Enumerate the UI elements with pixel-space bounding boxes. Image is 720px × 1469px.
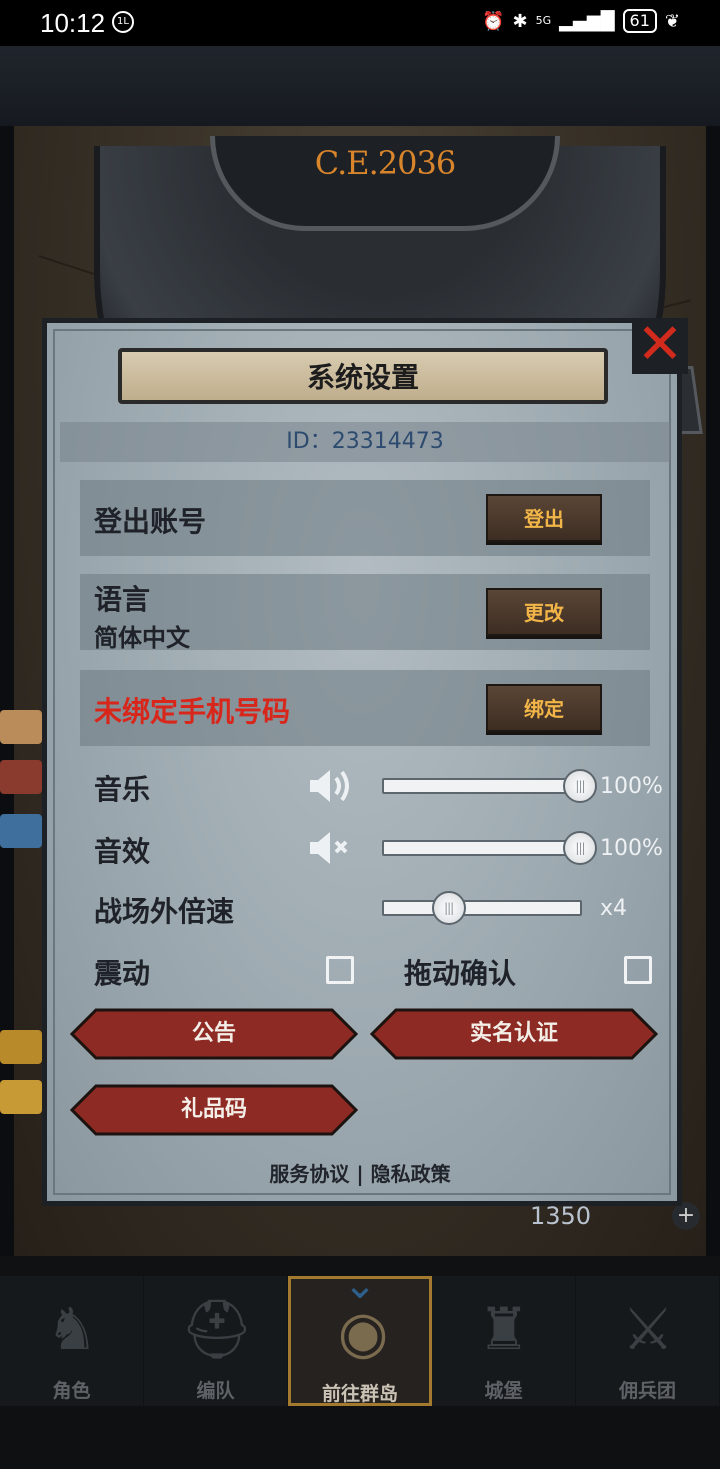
language-label: 语言 — [94, 583, 151, 616]
system-nav-bar — [0, 1406, 720, 1469]
music-slider-knob[interactable]: ||| — [563, 769, 597, 803]
notice-button[interactable]: 公告 — [70, 1008, 358, 1060]
user-id: ID：23314473 — [286, 429, 444, 454]
footer-links: 服务协议 | 隐私政策 — [0, 1158, 720, 1187]
sword-icon: ⚔ — [622, 1295, 674, 1363]
nav-label: 前往群岛 — [321, 1383, 398, 1405]
helmet-icon: ⛑ — [180, 1295, 254, 1363]
speaker-on-icon[interactable] — [308, 766, 356, 806]
mail-icon[interactable] — [0, 760, 42, 794]
phone-row: 未绑定手机号码 绑定 — [80, 670, 650, 746]
gift-code-button[interactable]: 礼品码 — [70, 1084, 358, 1136]
bluetooth-icon: ✱ — [512, 10, 528, 32]
real-name-button-label: 实名认证 — [469, 1021, 558, 1046]
nav-item-character[interactable]: ♞ 角色 — [0, 1276, 144, 1406]
dialog-title-plate: 系统设置 — [118, 348, 608, 404]
gift-code-button-label: 礼品码 — [180, 1097, 247, 1122]
battery-indicator: 61 — [622, 9, 657, 33]
drag-confirm-label: 拖动确认 — [404, 957, 517, 990]
speed-value: x4 — [600, 896, 628, 921]
music-value: 100% — [600, 774, 663, 799]
user-id-bar: ID：23314473 — [60, 422, 670, 462]
nav-item-islands[interactable]: ⌄ ◉ 前往群岛 — [288, 1265, 432, 1406]
speed-label: 战场外倍速 — [94, 895, 235, 928]
status-bar: 10:12 1L ⏰ ✱ 5G ▂▄▆█ 61 ❦ — [0, 0, 720, 46]
currency-value: 1350 — [530, 1202, 592, 1230]
music-label: 音乐 — [94, 773, 151, 806]
network-badge-icon: 1L — [112, 11, 134, 33]
nav-item-mercenary[interactable]: ⚔ 佣兵团 — [576, 1276, 720, 1406]
language-row: 语言 简体中文 更改 — [80, 574, 650, 652]
drag-confirm-checkbox[interactable] — [624, 956, 652, 984]
speaker-muted-icon[interactable] — [308, 828, 356, 868]
scroll-icon[interactable] — [0, 710, 42, 744]
sfx-slider-knob[interactable]: ||| — [563, 831, 597, 865]
sfx-label: 音效 — [94, 835, 151, 868]
logout-button[interactable]: 登出 — [486, 494, 602, 542]
dialog-title: 系统设置 — [306, 361, 419, 394]
signal-icon: ▂▄▆█ — [559, 10, 615, 32]
bottom-nav: ♞ 角色 ⛑ 编队 ⌄ ◉ 前往群岛 ♜ 城堡 ⚔ 佣兵团 — [0, 1265, 720, 1406]
nav-label: 佣兵团 — [618, 1380, 676, 1402]
quest-icon[interactable] — [0, 1030, 42, 1064]
vibration-checkbox[interactable] — [326, 956, 354, 984]
bind-phone-button[interactable]: 绑定 — [486, 684, 602, 732]
nav-label: 城堡 — [484, 1380, 523, 1402]
vibration-label: 震动 — [94, 957, 151, 990]
nav-item-castle[interactable]: ♜ 城堡 — [432, 1276, 576, 1406]
dial-center: C.E.2036 — [210, 136, 560, 231]
network-type: 5G — [535, 14, 552, 27]
language-value: 简体中文 — [94, 624, 190, 652]
privacy-link[interactable]: 隐私政策 — [371, 1162, 451, 1186]
castle-icon: ♜ — [478, 1295, 530, 1363]
nav-label: 角色 — [52, 1380, 91, 1402]
globe-icon: ◉ — [337, 1298, 389, 1366]
search-icon[interactable] — [0, 1080, 42, 1114]
game-top-bar — [0, 46, 720, 126]
year-label: C.E.2036 — [314, 144, 456, 182]
add-currency-icon[interactable]: + — [672, 1202, 700, 1230]
footer-separator: | — [356, 1162, 364, 1186]
real-name-button[interactable]: 实名认证 — [370, 1008, 658, 1060]
leaf-icon: ❦ — [664, 10, 680, 32]
logout-row: 登出账号 登出 — [80, 480, 650, 556]
sfx-slider[interactable]: ||| — [382, 831, 597, 865]
speed-slider-knob[interactable]: ||| — [431, 891, 466, 925]
terms-link[interactable]: 服务协议 — [269, 1162, 349, 1186]
logout-label: 登出账号 — [94, 505, 207, 538]
alarm-icon: ⏰ — [482, 10, 505, 32]
battle-icon[interactable] — [0, 814, 42, 848]
speed-slider[interactable]: ||| — [382, 891, 582, 925]
nav-label: 编队 — [196, 1380, 235, 1402]
status-icons: ⏰ ✱ 5G ▂▄▆█ 61 ❦ — [482, 9, 680, 33]
music-slider[interactable]: ||| — [382, 769, 597, 803]
knight-icon: ♞ — [46, 1295, 98, 1363]
nav-item-formation[interactable]: ⛑ 编队 — [144, 1276, 288, 1406]
close-icon[interactable]: ✕ — [632, 317, 688, 374]
phone-unbound-label: 未绑定手机号码 — [94, 695, 291, 728]
status-time: 10:12 — [40, 8, 106, 38]
change-language-button[interactable]: 更改 — [486, 588, 602, 636]
sfx-value: 100% — [600, 836, 663, 861]
notice-button-label: 公告 — [191, 1021, 236, 1046]
